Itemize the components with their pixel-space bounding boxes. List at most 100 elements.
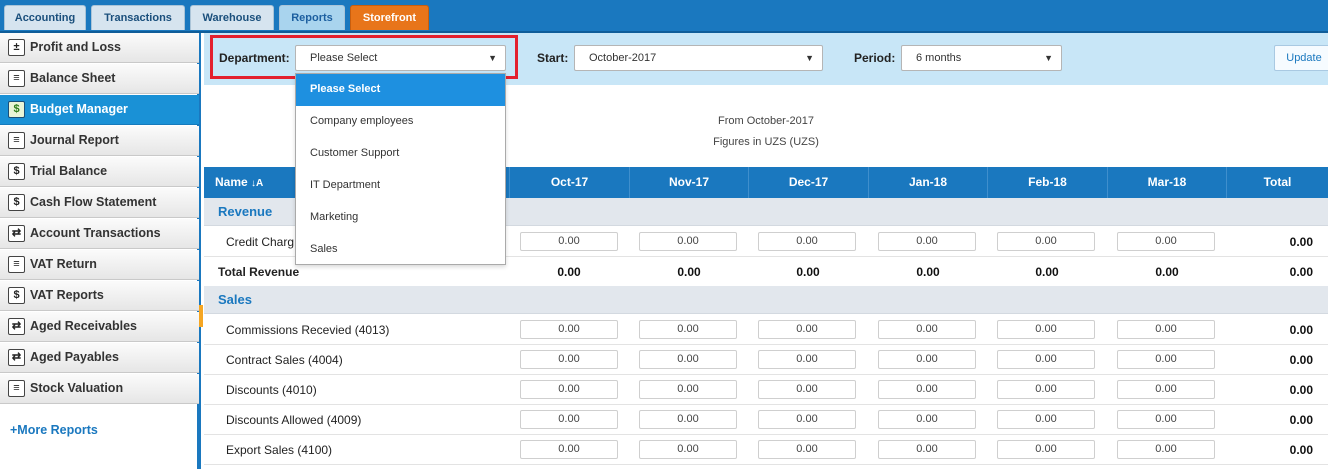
start-select-value: October-2017 (589, 52, 657, 64)
table-row: Discounts Allowed (4009) 0.00 0.00 0.00 … (204, 405, 1328, 435)
dropdown-option-please-select[interactable]: Please Select (296, 74, 505, 106)
budget-input[interactable]: 0.00 (520, 380, 618, 399)
journal-report-icon: ≡ (8, 132, 25, 149)
row-total: 0.00 (1289, 265, 1313, 279)
month-header: Mar-18 (1107, 167, 1226, 198)
section-label: Revenue (218, 204, 273, 219)
update-button[interactable]: Update (1274, 45, 1328, 71)
budget-input[interactable]: 0.00 (878, 350, 976, 369)
tab-accounting[interactable]: Accounting (4, 5, 86, 30)
dropdown-option-customer-support[interactable]: Customer Support (296, 138, 505, 170)
sidebar-item-label: Balance Sheet (30, 71, 116, 85)
budget-input[interactable]: 0.00 (639, 380, 737, 399)
sidebar-item-balance-sheet[interactable]: ≡ Balance Sheet (0, 64, 199, 94)
sidebar-item-stock-valuation[interactable]: ≡ Stock Valuation (0, 374, 199, 404)
budget-input[interactable]: 0.00 (1117, 320, 1215, 339)
budget-input[interactable]: 0.00 (878, 380, 976, 399)
name-header-label: Name (215, 175, 248, 189)
budget-input[interactable]: 0.00 (639, 232, 737, 251)
reports-sidebar: ± Profit and Loss ≡ Balance Sheet $ Budget … (0, 33, 201, 469)
period-label: Period: (854, 51, 896, 65)
table-row: Commissions Recevied (4013) 0.00 0.00 0.… (204, 315, 1328, 345)
period-select[interactable]: 6 months ▼ (901, 45, 1062, 71)
budget-input[interactable]: 0.00 (639, 440, 737, 459)
budget-input[interactable]: 0.00 (878, 440, 976, 459)
more-reports-link[interactable]: +More Reports (10, 423, 98, 437)
budget-input[interactable]: 0.00 (1117, 232, 1215, 251)
sidebar-item-vat-reports[interactable]: $ VAT Reports (0, 281, 199, 311)
row-name: Discounts (4010) (226, 383, 317, 397)
row-name: Commissions Recevied (4013) (226, 323, 390, 337)
budget-input[interactable]: 0.00 (520, 320, 618, 339)
budget-input[interactable]: 0.00 (997, 232, 1095, 251)
sidebar-collapse-handle[interactable] (199, 305, 203, 327)
row-total: 0.00 (1289, 443, 1313, 457)
budget-input[interactable]: 0.00 (1117, 410, 1215, 429)
tab-warehouse[interactable]: Warehouse (190, 5, 274, 30)
budget-input[interactable]: 0.00 (878, 410, 976, 429)
budget-input[interactable]: 0.00 (758, 320, 856, 339)
budget-input[interactable]: 0.00 (758, 440, 856, 459)
sidebar-item-label: Budget Manager (30, 102, 128, 116)
sidebar-item-profit-and-loss[interactable]: ± Profit and Loss (0, 33, 199, 63)
dropdown-option-sales[interactable]: Sales (296, 234, 505, 266)
budget-input[interactable]: 0.00 (758, 410, 856, 429)
budget-input[interactable]: 0.00 (520, 440, 618, 459)
sort-alpha-icon[interactable]: ↓A (251, 178, 263, 189)
sidebar-item-vat-return[interactable]: ≡ VAT Return (0, 250, 199, 280)
tab-reports[interactable]: Reports (279, 5, 345, 30)
dropdown-option-company-employees[interactable]: Company employees (296, 106, 505, 138)
month-header: Oct-17 (509, 167, 629, 198)
tab-storefront[interactable]: Storefront (350, 5, 429, 30)
start-label: Start: (537, 51, 569, 65)
sidebar-item-label: VAT Return (30, 257, 97, 271)
row-name: Credit Charg (226, 235, 295, 249)
month-header: Nov-17 (629, 167, 748, 198)
budget-input[interactable]: 0.00 (997, 320, 1095, 339)
sidebar-item-label: VAT Reports (30, 288, 104, 302)
total-header: Total (1226, 167, 1328, 198)
budget-input[interactable]: 0.00 (997, 440, 1095, 459)
sidebar-item-aged-receivables[interactable]: ⇄ Aged Receivables (0, 312, 199, 342)
sidebar-item-label: Journal Report (30, 133, 119, 147)
budget-input[interactable]: 0.00 (520, 410, 618, 429)
budget-input[interactable]: 0.00 (758, 232, 856, 251)
budget-input[interactable]: 0.00 (520, 232, 618, 251)
sidebar-item-account-transactions[interactable]: ⇄ Account Transactions (0, 219, 199, 249)
cash-flow-icon: $ (8, 194, 25, 211)
budget-input[interactable]: 0.00 (878, 232, 976, 251)
sidebar-item-label: Aged Receivables (30, 319, 137, 333)
sidebar-item-cash-flow-statement[interactable]: $ Cash Flow Statement (0, 188, 199, 218)
budget-input[interactable]: 0.00 (997, 380, 1095, 399)
sidebar-item-trial-balance[interactable]: $ Trial Balance (0, 157, 199, 187)
budget-input[interactable]: 0.00 (1117, 350, 1215, 369)
budget-input[interactable]: 0.00 (758, 350, 856, 369)
budget-input[interactable]: 0.00 (520, 350, 618, 369)
budget-input[interactable]: 0.00 (1117, 440, 1215, 459)
total-value: 0.00 (1035, 265, 1059, 279)
sidebar-item-journal-report[interactable]: ≡ Journal Report (0, 126, 199, 156)
start-select[interactable]: October-2017 ▼ (574, 45, 823, 71)
total-value: 0.00 (1155, 265, 1179, 279)
budget-input[interactable]: 0.00 (1117, 380, 1215, 399)
tab-transactions[interactable]: Transactions (91, 5, 185, 30)
budget-input[interactable]: 0.00 (878, 320, 976, 339)
budget-input[interactable]: 0.00 (639, 410, 737, 429)
budget-input[interactable]: 0.00 (758, 380, 856, 399)
budget-input[interactable]: 0.00 (997, 350, 1095, 369)
sidebar-item-label: Cash Flow Statement (30, 195, 157, 209)
month-header: Jan-18 (868, 167, 987, 198)
vat-return-icon: ≡ (8, 256, 25, 273)
total-value: 0.00 (916, 265, 940, 279)
budget-input[interactable]: 0.00 (997, 410, 1095, 429)
row-name: Discounts Allowed (4009) (226, 413, 362, 427)
table-row: Discounts (4010) 0.00 0.00 0.00 0.00 0.0… (204, 375, 1328, 405)
table-row: Export Sales (4100) 0.00 0.00 0.00 0.00 … (204, 435, 1328, 465)
sidebar-item-aged-payables[interactable]: ⇄ Aged Payables (0, 343, 199, 373)
dropdown-option-it-department[interactable]: IT Department (296, 170, 505, 202)
section-label: Sales (218, 292, 252, 307)
sidebar-item-budget-manager[interactable]: $ Budget Manager (0, 95, 199, 125)
dropdown-option-marketing[interactable]: Marketing (296, 202, 505, 234)
budget-input[interactable]: 0.00 (639, 350, 737, 369)
budget-input[interactable]: 0.00 (639, 320, 737, 339)
